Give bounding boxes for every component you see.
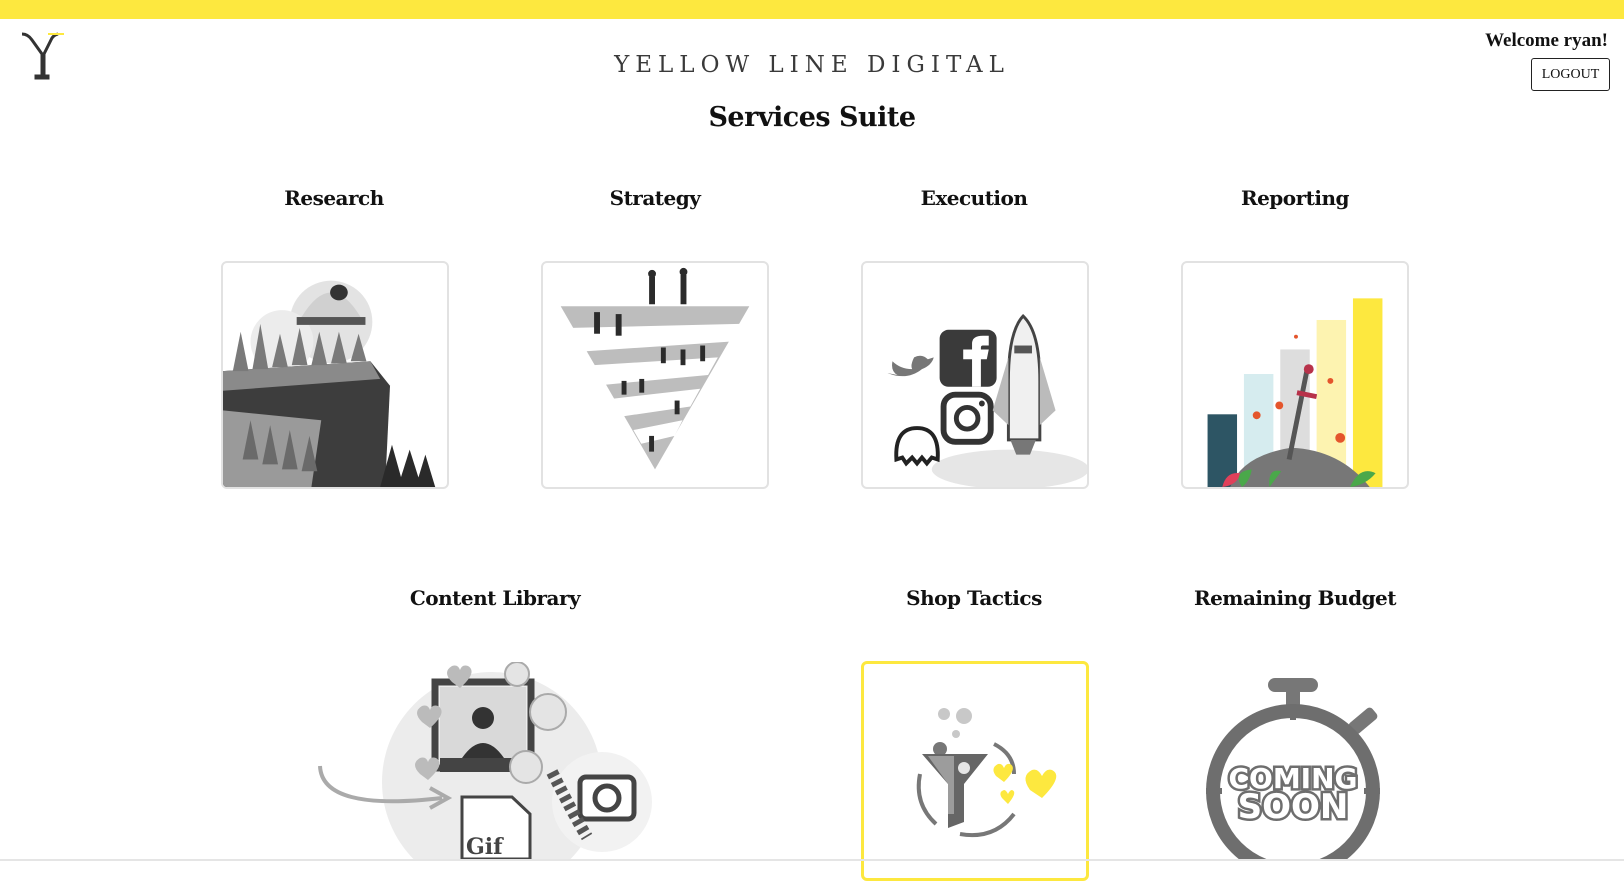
content-media-collage-icon: Gif bbox=[318, 662, 652, 859]
execution-card[interactable] bbox=[861, 261, 1089, 489]
strategy-funnel-people-icon bbox=[560, 267, 750, 470]
svg-text:Gif: Gif bbox=[466, 834, 504, 859]
service-title-shop-tactics: Shop Tactics bbox=[906, 586, 1042, 610]
logout-button[interactable]: LOGOUT bbox=[1531, 58, 1610, 91]
page-title: Services Suite bbox=[708, 102, 916, 133]
service-title-remaining-budget: Remaining Budget bbox=[1193, 586, 1397, 610]
welcome-message: Welcome ryan! bbox=[1485, 30, 1608, 51]
coming-soon-line-2: SOON bbox=[1238, 787, 1349, 827]
top-accent-bar bbox=[0, 0, 1624, 19]
remaining-budget-card[interactable]: COMING SOON bbox=[1198, 676, 1398, 859]
funnel-hearts-icon bbox=[916, 708, 1057, 838]
social-launch-rocket-icon bbox=[887, 313, 1087, 487]
stopwatch-coming-soon-icon: COMING SOON bbox=[1206, 678, 1380, 859]
strategy-card[interactable] bbox=[541, 261, 769, 489]
service-title-reporting: Reporting bbox=[1240, 186, 1350, 210]
bar-chart-sword-icon bbox=[1207, 298, 1383, 487]
service-title-content-library: Content Library bbox=[409, 586, 581, 610]
service-title-strategy: Strategy bbox=[609, 186, 701, 210]
service-title-execution: Execution bbox=[920, 186, 1028, 210]
shop-tactics-card[interactable] bbox=[861, 661, 1089, 881]
content-library-card[interactable]: Gif bbox=[312, 662, 672, 859]
research-card[interactable] bbox=[221, 261, 449, 489]
observatory-cliff-icon bbox=[223, 280, 436, 487]
reporting-card[interactable] bbox=[1181, 261, 1409, 489]
brand-wordmark: YELLOW LINE DIGITAL bbox=[614, 52, 1010, 78]
service-title-research: Research bbox=[284, 186, 384, 210]
